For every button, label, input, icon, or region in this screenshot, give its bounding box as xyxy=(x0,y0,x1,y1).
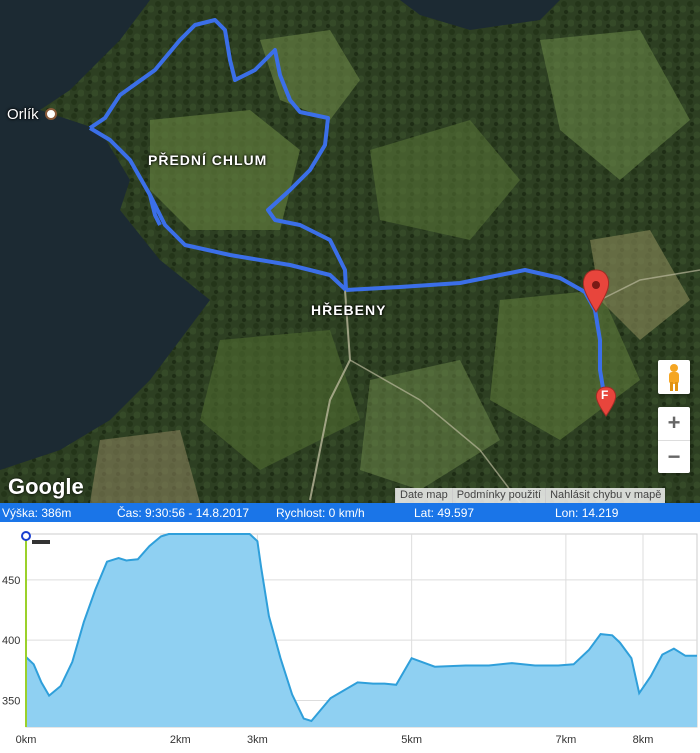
x-tick-label: 8km xyxy=(633,734,654,746)
place-label-orlik: Orlík xyxy=(7,106,39,123)
map-attribution: Date map Podmínky použití Nahlásit chybu… xyxy=(395,488,666,503)
x-tick-label: 7km xyxy=(555,734,576,746)
zoom-out-button[interactable]: − xyxy=(658,440,690,474)
report-error-link[interactable]: Nahlásit chybu v mapě xyxy=(545,488,666,503)
map-data-link[interactable]: Date map xyxy=(395,488,452,503)
speed-readout: Rychlost: 0 km/h xyxy=(276,506,365,520)
terms-link[interactable]: Podmínky použití xyxy=(451,488,546,503)
zoom-control: + − xyxy=(658,407,690,473)
elevation-chart[interactable]: 350 400 450 0km 2km 3km 5km 7km 8km xyxy=(0,522,700,753)
finish-marker-label[interactable]: F xyxy=(601,388,608,402)
altitude-readout: Výška: 386m xyxy=(2,506,72,520)
y-tick-labels: 350 400 450 xyxy=(2,575,20,708)
red-pin-icon[interactable] xyxy=(584,270,608,312)
x-tick-labels: 0km 2km 3km 5km 7km 8km xyxy=(16,734,654,746)
status-bar: Výška: 386m Čas: 9:30:56 - 14.8.2017 Ryc… xyxy=(0,503,700,522)
zoom-in-button[interactable]: + xyxy=(658,407,690,440)
orlik-place-icon xyxy=(45,108,57,120)
y-tick-label: 450 xyxy=(2,575,20,587)
x-tick-label: 3km xyxy=(247,734,268,746)
place-label-hrebeny: HŘEBENY xyxy=(311,302,387,318)
y-tick-label: 400 xyxy=(2,635,20,647)
map-view[interactable]: Orlík PŘEDNÍ CHLUM HŘEBENY F Google + − … xyxy=(0,0,700,503)
x-tick-label: 2km xyxy=(170,734,191,746)
x-tick-label: 0km xyxy=(16,734,37,746)
time-readout: Čas: 9:30:56 - 14.8.2017 xyxy=(117,506,250,520)
position-marker[interactable] xyxy=(21,531,31,541)
place-label-predni-chlum: PŘEDNÍ CHLUM xyxy=(148,152,268,168)
google-logo: Google xyxy=(8,474,84,499)
longitude-readout: Lon: 14.219 xyxy=(555,506,619,520)
street-view-pegman-icon[interactable] xyxy=(658,360,690,394)
satellite-imagery xyxy=(0,0,700,503)
y-tick-label: 350 xyxy=(2,695,20,707)
latitude-readout: Lat: 49.597 xyxy=(414,506,475,520)
x-tick-label: 5km xyxy=(401,734,422,746)
legend-swatch xyxy=(32,540,50,544)
